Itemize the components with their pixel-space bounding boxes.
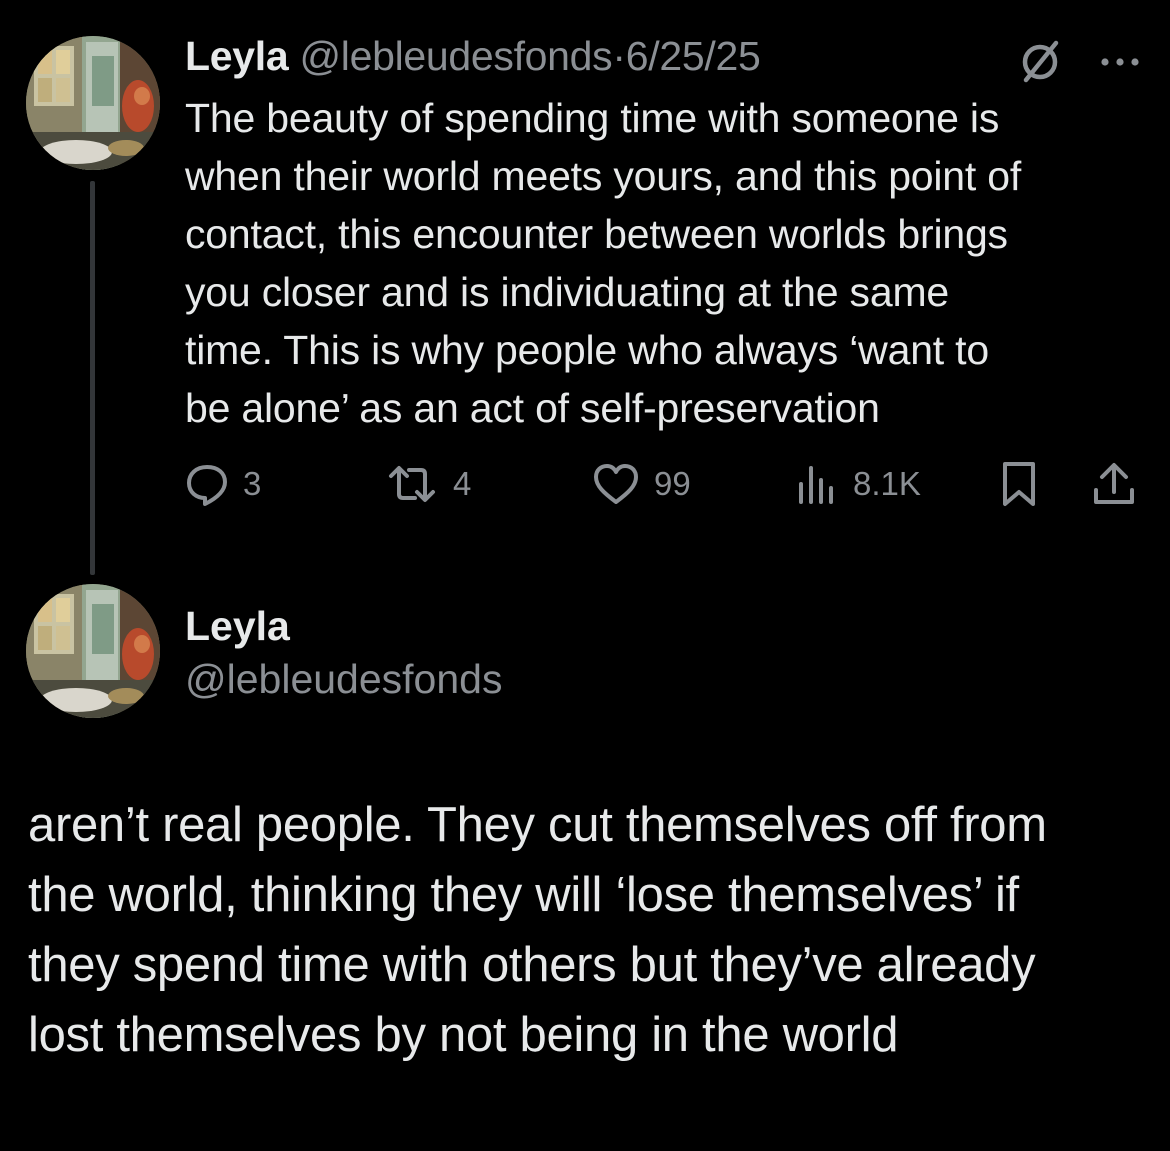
display-name[interactable]: Leyla [185,600,290,652]
header-icons [1016,38,1142,91]
more-dots-icon[interactable] [1098,52,1142,77]
avatar[interactable] [26,584,160,718]
handle[interactable]: @lebleudesfonds [299,33,612,79]
post-date[interactable]: 6/25/25 [626,33,761,79]
tweet-text: aren’t real people. They cut themselves … [28,798,1047,1062]
heart-icon [592,462,640,506]
reply-button[interactable]: 3 [185,456,261,512]
view-count: 8.1K [853,465,921,502]
repost-count: 4 [453,465,472,502]
tweet-text: The beauty of spending time with someone… [185,95,1022,431]
share-icon [1090,460,1138,508]
views-chart-icon [795,462,839,506]
slashed-circle-icon[interactable] [1016,38,1064,91]
separator: · [612,33,626,79]
avatar[interactable] [26,36,160,170]
reply-count: 3 [243,465,262,502]
painting-avatar-icon [26,584,160,718]
action-bar: 3 4 99 8.1K [185,456,1140,512]
like-count: 99 [654,465,691,502]
share-button[interactable] [1090,456,1138,512]
bookmark-icon [997,460,1041,508]
bookmark-button[interactable] [997,456,1041,512]
display-name[interactable]: Leyla [185,33,289,79]
repost-button[interactable]: 4 [385,456,471,512]
views-button[interactable]: 8.1K [795,456,921,512]
handle[interactable]: @lebleudesfonds [185,653,502,705]
reply-icon [185,462,229,506]
thread-connector [90,181,95,575]
like-button[interactable]: 99 [592,456,691,512]
painting-avatar-icon [26,36,160,170]
repost-icon [385,462,439,506]
tweet-header: Leyla @lebleudesfonds·6/25/25 [185,30,761,82]
